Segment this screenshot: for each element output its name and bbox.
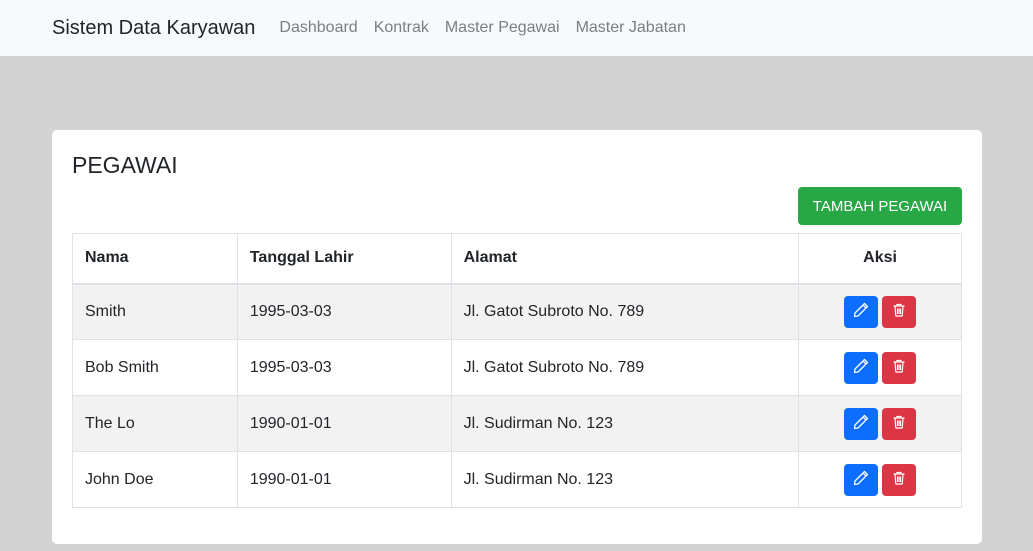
edit-button[interactable] (844, 295, 879, 328)
pegawai-card: PEGAWAI TAMBAH PEGAWAI Nama Tanggal Lahi… (52, 130, 982, 544)
cell-nama: The Lo (72, 395, 238, 452)
edit-button[interactable] (844, 407, 879, 440)
cell-nama: John Doe (72, 451, 238, 508)
cell-alamat: Jl. Sudirman No. 123 (450, 451, 800, 508)
table-row: Bob Smith 1995-03-03 Jl. Gatot Subroto No.… (72, 339, 962, 396)
edit-button[interactable] (844, 351, 879, 384)
cell-alamat: Jl. Gatot Subroto No. 789 (450, 283, 800, 340)
nav-link-master-pegawai[interactable]: Master Pegawai (445, 19, 560, 37)
pegawai-table: Nama Tanggal Lahir Alamat Aksi Smith 1995… (72, 233, 962, 508)
cell-tanggal-lahir: 1990-01-01 (236, 395, 452, 452)
header-alamat: Alamat (450, 233, 800, 285)
pencil-icon (853, 358, 869, 377)
trash-icon (891, 302, 907, 321)
cell-alamat: Jl. Gatot Subroto No. 789 (450, 339, 800, 396)
brand-link[interactable]: Sistem Data Karyawan (52, 17, 255, 40)
navbar: Sistem Data Karyawan Dashboard Kontrak M… (0, 0, 1033, 56)
cell-nama: Bob Smith (72, 339, 238, 396)
pencil-icon (853, 414, 869, 433)
cell-tanggal-lahir: 1995-03-03 (236, 283, 452, 340)
delete-button[interactable] (882, 295, 917, 328)
delete-button[interactable] (882, 407, 917, 440)
add-pegawai-button[interactable]: TAMBAH PEGAWAI (798, 187, 962, 225)
cell-aksi (798, 283, 962, 340)
header-aksi: Aksi (798, 233, 962, 285)
nav-link-dashboard[interactable]: Dashboard (279, 19, 357, 37)
trash-icon (891, 358, 907, 377)
header-nama: Nama (72, 233, 238, 285)
trash-icon (891, 470, 907, 489)
table-row: John Doe 1990-01-01 Jl. Sudirman No. 123 (72, 451, 962, 508)
edit-button[interactable] (844, 463, 879, 496)
cell-tanggal-lahir: 1995-03-03 (236, 339, 452, 396)
delete-button[interactable] (882, 463, 917, 496)
trash-icon (891, 414, 907, 433)
cell-aksi (798, 395, 962, 452)
pencil-icon (853, 302, 869, 321)
nav-link-kontrak[interactable]: Kontrak (374, 19, 429, 37)
delete-button[interactable] (882, 351, 917, 384)
cell-tanggal-lahir: 1990-01-01 (236, 451, 452, 508)
cell-aksi (798, 451, 962, 508)
cell-nama: Smith (72, 283, 238, 340)
cell-aksi (798, 339, 962, 396)
table-row: Smith 1995-03-03 Jl. Gatot Subroto No. 789 (72, 283, 962, 340)
cell-alamat: Jl. Sudirman No. 123 (450, 395, 800, 452)
table-header-row: Nama Tanggal Lahir Alamat Aksi (72, 233, 962, 285)
header-tanggal-lahir: Tanggal Lahir (236, 233, 452, 285)
page-title: PEGAWAI (72, 152, 178, 178)
nav-link-master-jabatan[interactable]: Master Jabatan (576, 19, 686, 37)
table-row: The Lo 1990-01-01 Jl. Sudirman No. 123 (72, 395, 962, 452)
pencil-icon (853, 470, 869, 489)
